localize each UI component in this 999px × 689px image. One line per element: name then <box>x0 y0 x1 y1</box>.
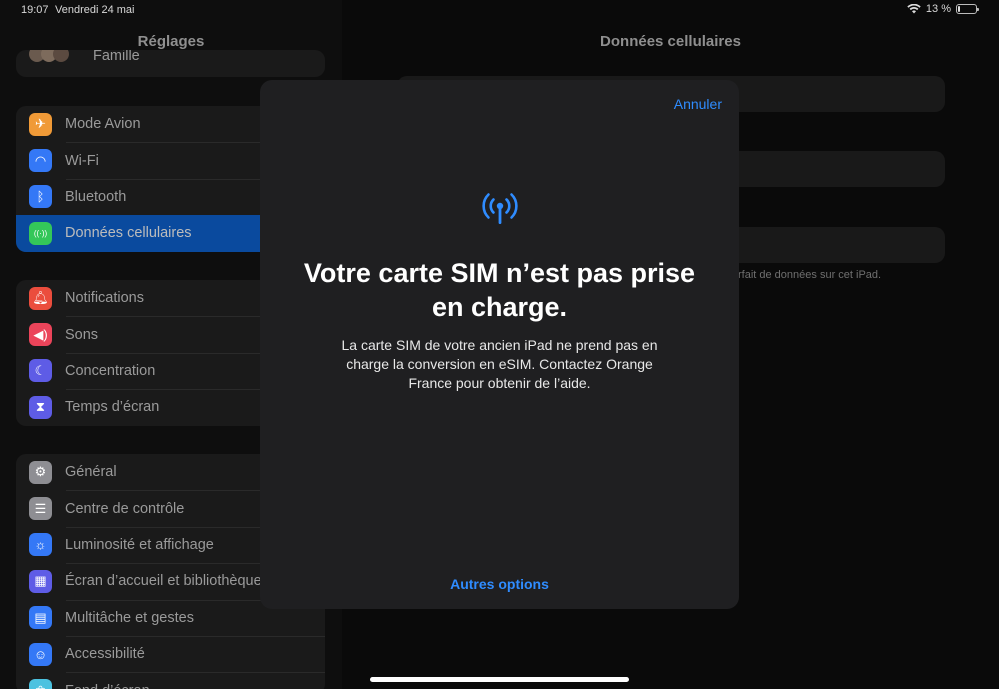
bluetooth-icon: ᛒ <box>29 185 52 209</box>
notifications-icon: 🔔︎ <box>29 286 52 310</box>
wifi-icon: ◠ <box>29 149 52 173</box>
cellular-footnote: rfait de données sur cet iPad. <box>738 269 882 281</box>
sidebar-item-label: Wi-Fi <box>65 152 99 169</box>
sidebar-item-label: Bluetooth <box>65 188 127 205</box>
sim-unsupported-modal: Annuler Votre carte SIM n’est pas prise … <box>260 80 739 609</box>
home-indicator[interactable] <box>370 677 629 682</box>
accessibility-icon: ☺ <box>29 642 52 666</box>
status-date: Vendredi 24 mai <box>55 4 135 16</box>
avatar <box>53 50 69 62</box>
battery-fill <box>958 6 960 12</box>
status-right: 13 % <box>907 3 979 15</box>
sidebar-title: Réglages <box>137 33 205 50</box>
sidebar-item-label: Notifications <box>65 290 144 307</box>
sidebar-item-label: Général <box>65 464 117 481</box>
battery-percentage: 13 % <box>925 3 951 15</box>
cancel-button[interactable]: Annuler <box>674 96 722 112</box>
sidebar-item-label: Écran d’accueil et bibliothèque <box>65 573 262 590</box>
sidebar-item-label: Données cellulaires <box>65 225 192 242</box>
status-time: 19:07 <box>21 4 49 16</box>
main-title: Données cellulaires <box>600 33 741 50</box>
sidebar-item-label: Mode Avion <box>65 116 141 133</box>
sidebar-item-label: Fond d’écran <box>65 683 150 689</box>
modal-title: Votre carte SIM n’est pas prise en charg… <box>303 258 696 322</box>
family-group[interactable]: Famille <box>16 50 325 77</box>
sidebar-item-accessibility[interactable]: ☺ Accessibilité <box>16 635 325 672</box>
toggles-icon: ☰ <box>29 497 52 521</box>
wifi-status-icon <box>907 4 921 14</box>
status-bar: 19:07 Vendredi 24 mai 13 % <box>0 0 999 22</box>
sidebar-item-label: Temps d’écran <box>65 399 160 416</box>
airplane-icon: ✈ <box>29 112 52 136</box>
family-avatars <box>29 50 69 62</box>
battery-icon <box>956 4 979 14</box>
wallpaper-icon: ❀ <box>29 679 52 689</box>
sounds-icon: ◀) <box>29 323 52 347</box>
home-grid-icon: ▦ <box>29 569 52 593</box>
sidebar-item-label: Luminosité et affichage <box>65 536 214 553</box>
hourglass-icon: ⧗ <box>29 395 52 419</box>
gear-icon: ⚙ <box>29 460 52 484</box>
sidebar-item-label: Multitâche et gestes <box>65 609 194 626</box>
antenna-icon <box>482 193 518 224</box>
moon-icon: ☾ <box>29 359 52 383</box>
sidebar-item-wallpaper[interactable]: ❀ Fond d’écran <box>16 672 325 689</box>
cellular-icon: ((·)) <box>29 221 52 245</box>
sidebar-item-label: Centre de contrôle <box>65 500 185 517</box>
sidebar-item-label: Accessibilité <box>65 646 145 663</box>
sidebar-item-label: Sons <box>65 326 99 343</box>
sun-icon: ☼ <box>29 533 52 557</box>
multitask-icon: ▤ <box>29 606 52 630</box>
modal-body: La carte SIM de votre ancien iPad ne pre… <box>341 337 658 391</box>
sidebar-item-label: Concentration <box>65 362 156 379</box>
family-label: Famille <box>93 50 140 64</box>
more-options-button[interactable]: Autres options <box>260 576 739 592</box>
